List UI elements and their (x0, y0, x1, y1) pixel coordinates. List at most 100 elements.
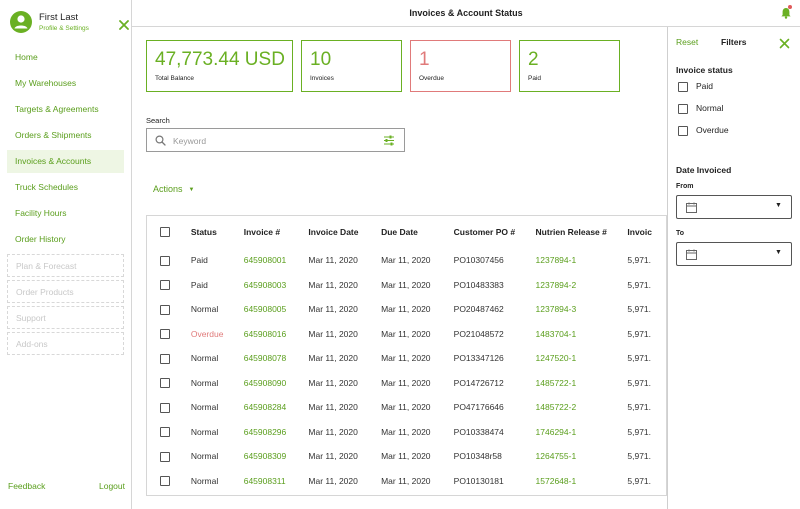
row-checkbox[interactable] (160, 255, 170, 266)
table-row[interactable]: Normal 645908311 Mar 11, 2020 Mar 11, 20… (147, 469, 666, 494)
feedback-link[interactable]: Feedback (8, 481, 45, 491)
invoice-number-link[interactable]: 645908284 (244, 395, 309, 420)
row-checkbox[interactable] (160, 329, 170, 340)
chevron-down-icon: ▼ (775, 249, 782, 256)
release-number-link[interactable]: 1746294-1 (536, 420, 628, 445)
table-row[interactable]: Normal 645908309 Mar 11, 2020 Mar 11, 20… (147, 444, 666, 469)
calendar-icon (686, 249, 697, 260)
paid-label: Paid (528, 75, 542, 82)
table-row[interactable]: Paid 645908003 Mar 11, 2020 Mar 11, 2020… (147, 273, 666, 298)
sidebar-item-order-history[interactable]: Order History (7, 228, 124, 251)
search-input[interactable] (173, 133, 373, 148)
stat-card-invoices[interactable]: 10 Invoices (301, 40, 402, 92)
select-all-checkbox[interactable] (160, 227, 170, 238)
sidebar-item-invoices-accounts[interactable]: Invoices & Accounts (7, 150, 124, 173)
search-icon (155, 135, 166, 146)
table-row[interactable]: Normal 645908296 Mar 11, 2020 Mar 11, 20… (147, 420, 666, 445)
invoice-number-link[interactable]: 645908003 (244, 273, 309, 298)
invoice-number-link[interactable]: 645908311 (244, 469, 309, 494)
invoice-number-link[interactable]: 645908309 (244, 444, 309, 469)
filter-checkbox-normal[interactable] (678, 103, 688, 114)
search-box[interactable] (146, 128, 405, 152)
release-number-link[interactable]: 1485722-1 (536, 371, 628, 396)
release-number-link[interactable]: 1264755-1 (536, 444, 628, 469)
invoice-number-link[interactable]: 645908078 (244, 346, 309, 371)
profile[interactable]: First Last Profile & Settings (8, 10, 129, 36)
close-filters-icon[interactable] (779, 38, 790, 49)
avatar[interactable] (10, 11, 32, 33)
table-row[interactable]: Normal 645908090 Mar 11, 2020 Mar 11, 20… (147, 371, 666, 396)
close-icon[interactable] (118, 19, 130, 31)
invoice-number-link[interactable]: 645908016 (244, 322, 309, 347)
release-number-link[interactable]: 1237894-1 (536, 248, 628, 273)
stat-card-total-balance: 47,773.44 USD Total Balance (146, 40, 293, 92)
app: First Last Profile & Settings Home My Wa… (0, 0, 800, 509)
filter-checkbox-overdue[interactable] (678, 125, 688, 136)
release-number-link[interactable]: 1237894-3 (536, 297, 628, 322)
sidebar-item-facility-hours[interactable]: Facility Hours (7, 202, 124, 225)
row-checkbox[interactable] (160, 378, 170, 389)
release-number-link[interactable]: 1247520-1 (536, 346, 628, 371)
column-header-status[interactable]: Status (191, 216, 244, 248)
release-number-link[interactable]: 1483704-1 (536, 322, 628, 347)
table-row[interactable]: Overdue 645908016 Mar 11, 2020 Mar 11, 2… (147, 322, 666, 347)
table-row[interactable]: Paid 645908001 Mar 11, 2020 Mar 11, 2020… (147, 248, 666, 273)
profile-settings-link[interactable]: Profile & Settings (39, 25, 89, 32)
release-number-link[interactable]: 1485722-2 (536, 395, 628, 420)
filter-option-overdue[interactable]: Overdue (678, 125, 729, 137)
due-date-cell: Mar 11, 2020 (381, 377, 431, 388)
row-checkbox[interactable] (160, 280, 170, 291)
due-date-cell: Mar 11, 2020 (381, 353, 431, 364)
profile-name: First Last (39, 12, 79, 23)
column-header-invoice-date[interactable]: Invoice Date (308, 216, 381, 248)
filter-option-label: Paid (696, 81, 714, 91)
release-number-link[interactable]: 1572648-1 (536, 469, 628, 494)
filter-option-paid[interactable]: Paid (678, 81, 713, 93)
sidebar-item-home[interactable]: Home (7, 46, 124, 69)
invoice-number-link[interactable]: 645908296 (244, 420, 309, 445)
row-checkbox[interactable] (160, 353, 170, 364)
invoice-date-cell: Mar 11, 2020 (308, 255, 358, 266)
sidebar-item-orders-shipments[interactable]: Orders & Shipments (7, 124, 124, 147)
row-checkbox[interactable] (160, 304, 170, 315)
invoice-number-link[interactable]: 645908001 (244, 248, 309, 273)
reset-filters-button[interactable]: Reset (676, 37, 698, 47)
table-row[interactable]: Normal 645908284 Mar 11, 2020 Mar 11, 20… (147, 395, 666, 420)
sidebar-item-targets-agreements[interactable]: Targets & Agreements (7, 98, 124, 121)
logout-link[interactable]: Logout (99, 481, 125, 491)
customer-po-cell: PO10130181 (453, 475, 504, 486)
sidebar-item-my-warehouses[interactable]: My Warehouses (7, 72, 124, 95)
column-header-invoice-number[interactable]: Invoice # (244, 216, 309, 248)
stat-card-paid[interactable]: 2 Paid (519, 40, 620, 92)
row-checkbox[interactable] (160, 402, 170, 413)
invoice-number-link[interactable]: 645908090 (244, 371, 309, 396)
customer-po-cell: PO10307456 (453, 255, 504, 266)
column-header-nutrien-release[interactable]: Nutrien Release # (536, 216, 628, 248)
filter-option-normal[interactable]: Normal (678, 103, 723, 115)
to-date-select[interactable]: ▼ (676, 242, 792, 266)
paid-count: 2 (528, 49, 539, 70)
column-header-invoice-amount[interactable]: Invoic (627, 216, 666, 248)
row-checkbox[interactable] (160, 451, 170, 462)
sidebar-item-support: Support (7, 306, 124, 329)
column-header-customer-po[interactable]: Customer PO # (454, 216, 536, 248)
stat-card-overdue[interactable]: 1 Overdue (410, 40, 511, 92)
due-date-cell: Mar 11, 2020 (381, 328, 431, 339)
row-checkbox[interactable] (160, 476, 170, 487)
from-date-select[interactable]: ▼ (676, 195, 792, 219)
filter-checkbox-paid[interactable] (678, 81, 688, 92)
table-row[interactable]: Normal 645908005 Mar 11, 2020 Mar 11, 20… (147, 297, 666, 322)
row-checkbox[interactable] (160, 427, 170, 438)
filter-sliders-icon[interactable] (383, 135, 395, 146)
actions-dropdown[interactable]: Actions ▼ (153, 184, 194, 194)
invoice-number-link[interactable]: 645908005 (244, 297, 309, 322)
calendar-icon (686, 202, 697, 213)
invoice-date-cell: Mar 11, 2020 (308, 377, 358, 388)
customer-po-cell: PO20487462 (453, 304, 504, 315)
table-row[interactable]: Normal 645908078 Mar 11, 2020 Mar 11, 20… (147, 346, 666, 371)
sidebar-item-truck-schedules[interactable]: Truck Schedules (7, 176, 124, 199)
column-header-due-date[interactable]: Due Date (381, 216, 454, 248)
search-label: Search (146, 116, 170, 125)
invoice-amount-cell: 5,971. (627, 377, 652, 388)
release-number-link[interactable]: 1237894-2 (536, 273, 628, 298)
